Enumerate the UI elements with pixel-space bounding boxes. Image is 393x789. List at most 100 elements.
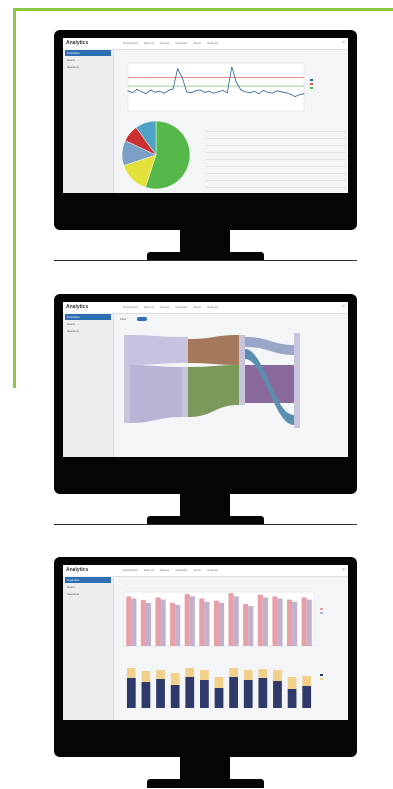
bar: [199, 598, 205, 646]
bar-segment: [126, 678, 136, 708]
accent-bar-top: [13, 8, 393, 11]
bar-segment: [273, 670, 282, 681]
shelf-line: [54, 260, 357, 261]
bar-segment: [200, 680, 209, 708]
filter-label[interactable]: Filter: [120, 317, 127, 321]
legend-swatch: [310, 79, 313, 81]
sidebar-item[interactable]: Users: [65, 584, 111, 590]
tab[interactable]: Settings: [207, 305, 218, 309]
tab[interactable]: Events: [160, 41, 169, 45]
table-row: [206, 152, 346, 160]
tab[interactable]: Alerts: [193, 305, 201, 309]
tab[interactable]: Events: [160, 568, 169, 572]
tab[interactable]: Reports: [144, 568, 155, 572]
tab[interactable]: Alerts: [193, 41, 201, 45]
app-logo: Analytics: [66, 40, 89, 46]
tab[interactable]: Analytics: [175, 568, 187, 572]
data-point: [127, 90, 129, 92]
bar: [233, 596, 239, 646]
line-chart: [127, 62, 313, 112]
sidebar-item[interactable]: Sessions: [65, 328, 111, 334]
app-logo: Analytics: [66, 567, 89, 573]
bar: [145, 602, 152, 646]
data-point: [132, 92, 133, 94]
bar: [160, 599, 166, 646]
table-row: [206, 138, 346, 146]
sidebar-item[interactable]: Overview: [65, 50, 111, 56]
bar: [286, 599, 293, 646]
tab[interactable]: Analytics: [175, 41, 187, 45]
sankey-flow: [188, 335, 239, 365]
shelf-line: [54, 524, 357, 525]
table-row: [206, 159, 346, 167]
tab[interactable]: Reports: [144, 305, 155, 309]
tab[interactable]: Events: [160, 305, 169, 309]
table-row: [206, 173, 346, 181]
tab[interactable]: Dashboard: [123, 568, 138, 572]
tab[interactable]: Settings: [207, 41, 218, 45]
data-point: [208, 90, 210, 92]
data-point: [145, 93, 147, 95]
legend-swatch: [310, 87, 313, 89]
data-point: [231, 66, 233, 68]
tab[interactable]: Alerts: [193, 568, 201, 572]
toggle-icon[interactable]: [136, 317, 147, 321]
sidebar: Overview Users Sessions: [63, 49, 114, 193]
data-point: [213, 92, 215, 94]
screen-3: Analytics Dashboard Reports Events Analy…: [63, 565, 348, 720]
tab[interactable]: Settings: [207, 568, 218, 572]
data-point: [154, 91, 156, 93]
tab[interactable]: Analytics: [175, 305, 187, 309]
legend-swatch: [310, 83, 313, 85]
data-point: [294, 96, 296, 97]
sankey-node: [182, 337, 188, 363]
bar: [277, 598, 283, 646]
app-logo: Analytics: [66, 304, 89, 310]
sidebar-item[interactable]: Users: [65, 321, 111, 327]
data-point: [217, 91, 219, 93]
data-point: [159, 90, 160, 92]
tab[interactable]: Reports: [144, 41, 155, 45]
close-icon[interactable]: ×: [342, 567, 345, 573]
data-table: [206, 125, 346, 193]
close-icon[interactable]: ×: [342, 304, 345, 310]
sidebar-item[interactable]: Sessions: [65, 64, 111, 70]
bar: [272, 596, 278, 646]
bar: [126, 596, 132, 646]
data-point: [262, 89, 264, 91]
bar: [175, 604, 181, 646]
monitor-neck: [180, 493, 230, 518]
bar: [155, 597, 161, 646]
bar-segment: [302, 676, 312, 686]
bar-segment: [302, 686, 312, 708]
close-icon[interactable]: ×: [342, 40, 345, 46]
bar: [257, 594, 263, 646]
bar-segment: [185, 668, 195, 677]
sidebar: Overview Users Sessions: [63, 313, 114, 457]
tab[interactable]: Dashboard: [123, 41, 138, 45]
bar-segment: [258, 669, 268, 678]
sidebar: Overview Users Sessions: [63, 576, 114, 720]
data-point: [285, 92, 287, 94]
bar: [228, 593, 234, 646]
monitor-stand: [147, 779, 264, 788]
filter-toolbar: Filter: [120, 317, 147, 321]
accent-bar-left: [13, 8, 16, 388]
sidebar-item[interactable]: Overview: [65, 577, 111, 583]
bar-segment: [287, 677, 297, 689]
bar-segment: [287, 689, 297, 708]
bar-segment: [170, 673, 180, 685]
sidebar-item[interactable]: Sessions: [65, 591, 111, 597]
data-point: [163, 92, 165, 94]
stacked-bar-chart: [126, 668, 323, 708]
data-point: [136, 89, 138, 90]
bar: [204, 601, 210, 646]
data-point: [290, 93, 291, 95]
sidebar-item[interactable]: Users: [65, 57, 111, 63]
bar: [140, 600, 146, 646]
tab[interactable]: Dashboard: [123, 305, 138, 309]
sidebar-item[interactable]: Overview: [65, 314, 111, 320]
bar-segment: [273, 681, 282, 708]
bar-segment: [156, 670, 165, 679]
tab-bar: Dashboard Reports Events Analytics Alert…: [123, 568, 218, 572]
